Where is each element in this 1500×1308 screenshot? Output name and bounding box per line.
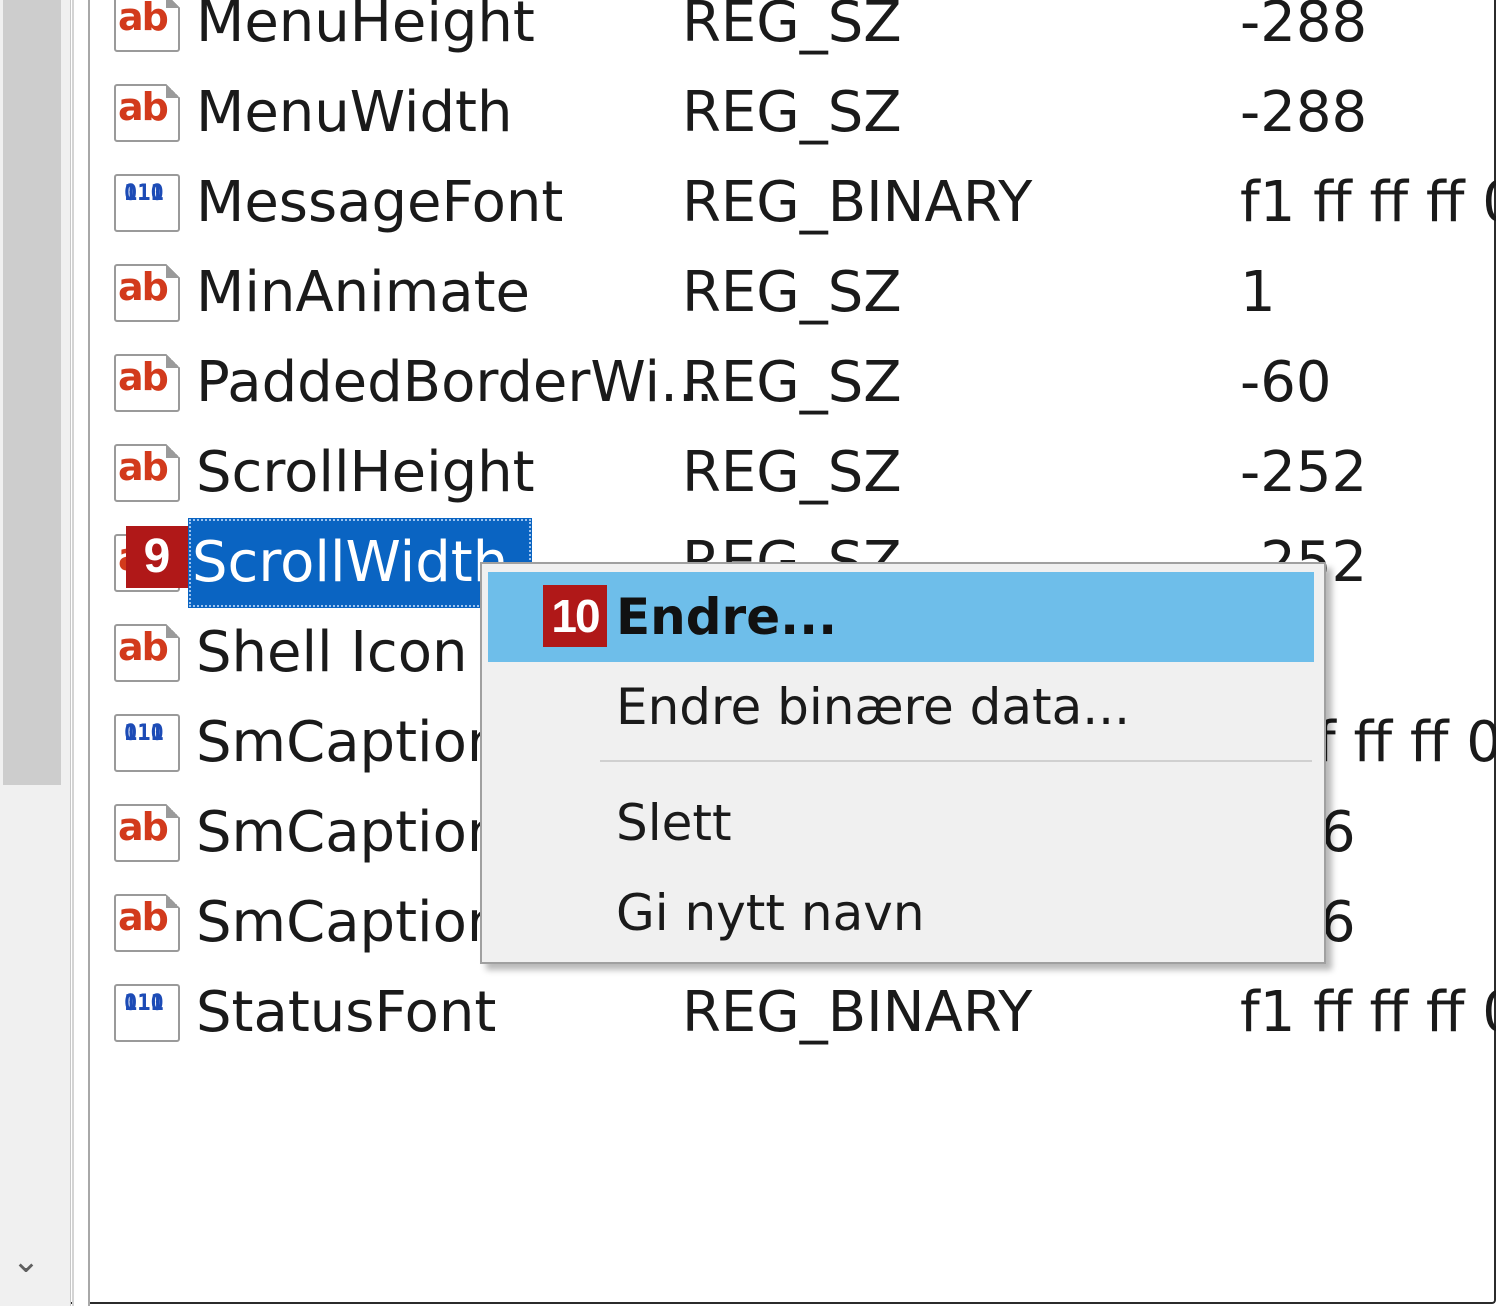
value-type: REG_SZ [682, 80, 902, 145]
value-name: ScrollHeight [196, 440, 535, 505]
chevron-down-icon[interactable]: ⌄ [8, 1244, 44, 1278]
menu-item-modify[interactable]: Endre... [488, 572, 1314, 662]
pane-splitter[interactable] [72, 0, 90, 1306]
value-data: -60 [1240, 350, 1332, 415]
list-item[interactable]: 011 110 StatusFont REG_BINARY f1 ff ff ff… [92, 968, 1496, 1058]
value-type: REG_SZ [682, 440, 902, 505]
value-data: -288 [1240, 0, 1368, 55]
step-badge-9: 9 [126, 526, 188, 588]
list-item[interactable]: ab MenuHeight REG_SZ -288 [92, 0, 1496, 68]
string-value-icon: ab [114, 624, 180, 682]
value-type: REG_BINARY [682, 980, 1033, 1045]
value-name: Shell Icon S [196, 620, 521, 685]
value-name: MenuWidth [196, 80, 513, 145]
menu-item-rename[interactable]: Gi nytt navn [488, 868, 1314, 958]
value-data: f ff ff 0 [1316, 710, 1496, 775]
string-value-icon: ab [114, 264, 180, 322]
value-name: MessageFont [196, 170, 564, 235]
string-value-icon: ab [114, 444, 180, 502]
list-item[interactable]: ab PaddedBorderWi... REG_SZ -60 [92, 338, 1496, 428]
scrollbar-thumb[interactable] [3, 0, 61, 785]
string-value-icon: ab [114, 84, 180, 142]
value-name: SmCaption [196, 710, 503, 775]
string-value-icon: ab [114, 354, 180, 412]
string-value-icon: ab [114, 804, 180, 862]
value-name: SmCaption [196, 800, 503, 865]
list-item[interactable]: ab ScrollHeight REG_SZ -252 [92, 428, 1496, 518]
value-data: 1 [1240, 260, 1276, 325]
value-data: f1 ff ff ff 0 [1240, 980, 1496, 1045]
string-value-icon: ab [114, 894, 180, 952]
value-name: StatusFont [196, 980, 497, 1045]
value-data: -288 [1240, 80, 1368, 145]
value-type: REG_SZ [682, 350, 902, 415]
value-name: SmCaption [196, 890, 503, 955]
value-data: -252 [1240, 440, 1368, 505]
value-type: REG_SZ [682, 260, 902, 325]
binary-value-icon: 011 110 [114, 174, 180, 232]
menu-item-modify-binary[interactable]: Endre binære data... [488, 662, 1314, 752]
value-type: REG_BINARY [682, 170, 1033, 235]
list-item[interactable]: ab MinAnimate REG_SZ 1 [92, 248, 1496, 338]
list-item[interactable]: 011 110 MessageFont REG_BINARY f1 ff ff f… [92, 158, 1496, 248]
string-value-icon: ab [114, 0, 180, 52]
menu-item-delete[interactable]: Slett [488, 778, 1314, 868]
value-name: PaddedBorderWi... [196, 350, 714, 415]
value-name: MinAnimate [196, 260, 531, 325]
step-badge-10: 10 [543, 585, 607, 647]
value-data: f1 ff ff ff 0 [1240, 170, 1496, 235]
binary-value-icon: 011 110 [114, 984, 180, 1042]
value-type: REG_SZ [682, 0, 902, 55]
tree-pane-scrollbar[interactable]: ⌄ [0, 0, 71, 1306]
list-item[interactable]: ab MenuWidth REG_SZ -288 [92, 68, 1496, 158]
value-name: MenuHeight [196, 0, 535, 55]
binary-value-icon: 011 110 [114, 714, 180, 772]
menu-separator [600, 760, 1312, 762]
